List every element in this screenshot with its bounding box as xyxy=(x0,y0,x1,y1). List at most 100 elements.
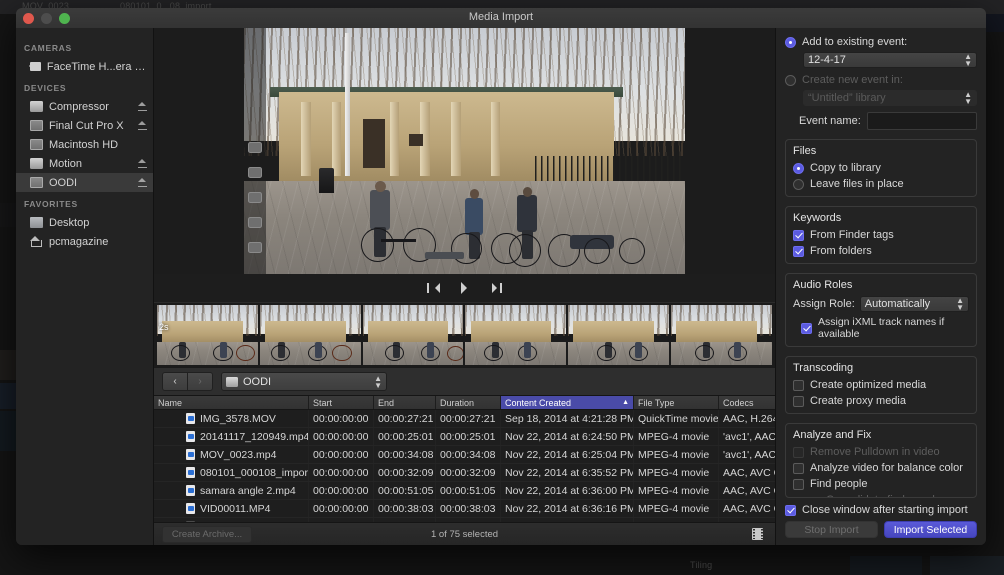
skip-to-start-icon[interactable] xyxy=(426,282,439,294)
table-body: IMG_3578.MOV00:00:00:0000:00:27:2100:00:… xyxy=(154,410,775,522)
eject-icon[interactable] xyxy=(138,159,147,168)
file-name-label: 080101_000108_import... xyxy=(200,467,309,479)
sidebar-item-compressor[interactable]: Compressor xyxy=(16,97,153,116)
import-options-inspector: Add to existing event: 12-4-17 ▲▼ Create… xyxy=(775,28,986,545)
column-header-duration[interactable]: Duration xyxy=(436,396,501,409)
play-icon[interactable] xyxy=(458,282,471,294)
table-row[interactable]: VID00011.MP400:00:00:0000:00:38:0300:00:… xyxy=(154,500,775,518)
scene-bicycle-wheel xyxy=(361,228,394,262)
table-row[interactable]: samara angle 2.mp400:00:00:0000:00:51:05… xyxy=(154,482,775,500)
thumbnail-placeholder[interactable] xyxy=(248,142,262,153)
close-window-after-import-checkbox[interactable] xyxy=(785,505,796,516)
column-header-name[interactable]: Name xyxy=(154,396,309,409)
thumbnail-placeholder[interactable] xyxy=(248,192,262,203)
table-row[interactable]: 080101_000108_import...00:00:00:0000:00:… xyxy=(154,464,775,482)
forward-button[interactable]: › xyxy=(188,372,213,391)
navigation-arrows[interactable]: ‹ › xyxy=(162,372,213,391)
sidebar-item-oodi[interactable]: OODI xyxy=(16,173,153,192)
scene-window xyxy=(409,134,422,146)
eject-icon[interactable] xyxy=(138,121,147,130)
from-finder-tags-row[interactable]: From Finder tags xyxy=(793,229,969,241)
home-icon xyxy=(30,236,43,247)
create-optimized-media-checkbox[interactable] xyxy=(793,380,804,391)
sidebar-item-facetime-camera[interactable]: FaceTime H...era (Built-in) xyxy=(16,57,153,76)
from-folders-checkbox[interactable] xyxy=(793,246,804,257)
eject-icon[interactable] xyxy=(138,178,147,187)
create-new-event-radio[interactable] xyxy=(785,75,796,86)
find-people-checkbox[interactable] xyxy=(793,479,804,490)
sidebar-item-pcmagazine[interactable]: pcmagazine xyxy=(16,232,153,251)
column-header-file-type[interactable]: File Type xyxy=(634,396,719,409)
close-window-after-import-row[interactable]: Close window after starting import xyxy=(785,504,977,516)
scene-column xyxy=(301,102,310,176)
add-to-existing-event-radio-row[interactable]: Add to existing event: xyxy=(785,36,977,48)
filmstrip-frame[interactable] xyxy=(260,305,361,365)
filmstrip-frame[interactable] xyxy=(363,305,464,365)
analyze-balance-color-checkbox[interactable] xyxy=(793,463,804,474)
thumbnail-placeholder[interactable] xyxy=(248,217,262,228)
preview-thumbnail-strip[interactable] xyxy=(244,28,266,274)
import-selected-button[interactable]: Import Selected xyxy=(884,521,977,538)
filmstrip-frame[interactable] xyxy=(465,305,566,365)
analyze-balance-color-row[interactable]: Analyze video for balance color xyxy=(793,462,969,474)
create-new-event-radio-row[interactable]: Create new event in: xyxy=(785,74,977,86)
table-row[interactable]: MOV_0023.mp400:00:00:0000:00:34:0800:00:… xyxy=(154,446,775,464)
assign-ixml-checkbox[interactable] xyxy=(801,323,812,334)
remove-pulldown-row[interactable]: Remove Pulldown in video xyxy=(793,446,969,458)
create-proxy-media-row[interactable]: Create proxy media xyxy=(793,395,969,407)
sidebar: CAMERAS FaceTime H...era (Built-in) DEVI… xyxy=(16,28,154,545)
find-people-row[interactable]: Find people xyxy=(793,478,969,490)
table-row[interactable]: IMG_3578.MOV00:00:00:0000:00:27:2100:00:… xyxy=(154,410,775,428)
chevron-updown-icon: ▲▼ xyxy=(964,91,972,105)
eject-icon[interactable] xyxy=(138,102,147,111)
table-cell-filetype: MPEG-4 movie xyxy=(634,500,719,517)
filmstrip-view-icon[interactable] xyxy=(752,528,763,540)
copy-to-library-radio[interactable] xyxy=(793,163,804,174)
library-popup[interactable]: “Untitled” library ▲▼ xyxy=(803,90,977,106)
from-folders-row[interactable]: From folders xyxy=(793,245,969,257)
assign-ixml-row[interactable]: Assign iXML track names if available xyxy=(801,316,969,340)
skip-to-end-icon[interactable] xyxy=(490,282,503,294)
table-row[interactable]: 20141117_120949.mp400:00:00:0000:00:25:0… xyxy=(154,428,775,446)
media-file-table[interactable]: Name Start End Duration Content Created … xyxy=(154,396,775,522)
leave-files-in-place-radio-row[interactable]: Leave files in place xyxy=(793,178,969,190)
table-cell-end: 00:00:27:21 xyxy=(374,410,436,427)
filmstrip-frame[interactable]: 2s xyxy=(157,305,258,365)
assign-role-label: Assign Role: xyxy=(793,298,855,310)
sidebar-item-desktop[interactable]: Desktop xyxy=(16,213,153,232)
existing-event-popup[interactable]: 12-4-17 ▲▼ xyxy=(803,52,977,68)
table-cell-filetype: MPEG-4 movie xyxy=(634,482,719,499)
scene-fence xyxy=(535,156,685,181)
column-header-content-created[interactable]: Content Created ▲ xyxy=(501,396,634,409)
backdrop-thumb-f xyxy=(930,556,1004,575)
clip-filmstrip[interactable]: 2s xyxy=(154,302,775,367)
remove-pulldown-checkbox[interactable] xyxy=(793,447,804,458)
video-preview[interactable] xyxy=(154,28,775,274)
stop-import-button[interactable]: Stop Import xyxy=(785,521,878,538)
folder-icon xyxy=(30,217,43,228)
add-to-existing-event-radio[interactable] xyxy=(785,37,796,48)
filmstrip-frame[interactable] xyxy=(671,305,772,365)
window-titlebar[interactable]: Media Import xyxy=(16,8,986,29)
transcoding-group: Transcoding Create optimized media Creat… xyxy=(785,356,977,414)
column-header-end[interactable]: End xyxy=(374,396,436,409)
thumbnail-placeholder[interactable] xyxy=(248,167,262,178)
leave-files-in-place-radio[interactable] xyxy=(793,179,804,190)
event-name-input[interactable] xyxy=(867,112,977,130)
copy-to-library-radio-row[interactable]: Copy to library xyxy=(793,162,969,174)
playback-controls[interactable] xyxy=(154,274,775,302)
assign-role-popup[interactable]: Automatically ▲▼ xyxy=(860,296,969,312)
column-header-start[interactable]: Start xyxy=(309,396,374,409)
sidebar-item-motion[interactable]: Motion xyxy=(16,154,153,173)
sidebar-item-final-cut-pro-x[interactable]: Final Cut Pro X xyxy=(16,116,153,135)
from-finder-tags-checkbox[interactable] xyxy=(793,230,804,241)
create-proxy-media-checkbox[interactable] xyxy=(793,396,804,407)
column-header-codecs[interactable]: Codecs xyxy=(719,396,775,409)
consolidate-find-people-row[interactable]: Consolidate find people results xyxy=(809,494,969,498)
back-button[interactable]: ‹ xyxy=(162,372,188,391)
thumbnail-placeholder[interactable] xyxy=(248,242,262,253)
sidebar-item-macintosh-hd[interactable]: Macintosh HD xyxy=(16,135,153,154)
filmstrip-frame[interactable] xyxy=(568,305,669,365)
create-optimized-media-row[interactable]: Create optimized media xyxy=(793,379,969,391)
device-popup-button[interactable]: OODI ▲▼ xyxy=(221,372,387,391)
